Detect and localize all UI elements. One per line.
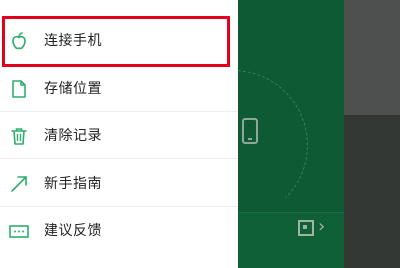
menu-item-label: 存储位置: [44, 81, 102, 97]
trash-icon: [11, 128, 27, 145]
menu-item-clear-records[interactable]: 清除记录: [0, 113, 238, 159]
qr-code-icon[interactable]: [298, 220, 314, 236]
menu-item-label: 建议反馈: [44, 223, 102, 239]
background-gray-panel-bottom: [344, 115, 400, 268]
menu-item-label: 新手指南: [44, 176, 102, 192]
highlight-box: [2, 16, 230, 67]
menu-item-label: 清除记录: [44, 128, 102, 144]
phone-icon: [242, 118, 258, 144]
arrow-up-right-icon: [11, 176, 27, 192]
menu-item-feedback[interactable]: 建议反馈: [0, 208, 238, 254]
feedback-icon: [9, 225, 29, 238]
background-app: ›: [158, 0, 400, 268]
background-green-panel: ›: [158, 0, 344, 268]
background-gray-panel-top: [344, 0, 400, 115]
background-bottom-band: ›: [238, 212, 344, 268]
document-icon: [12, 80, 26, 98]
menu-item-storage-location[interactable]: 存储位置: [0, 66, 238, 112]
menu-item-beginner-guide[interactable]: 新手指南: [0, 161, 238, 207]
chevron-right-icon[interactable]: ›: [318, 217, 325, 237]
